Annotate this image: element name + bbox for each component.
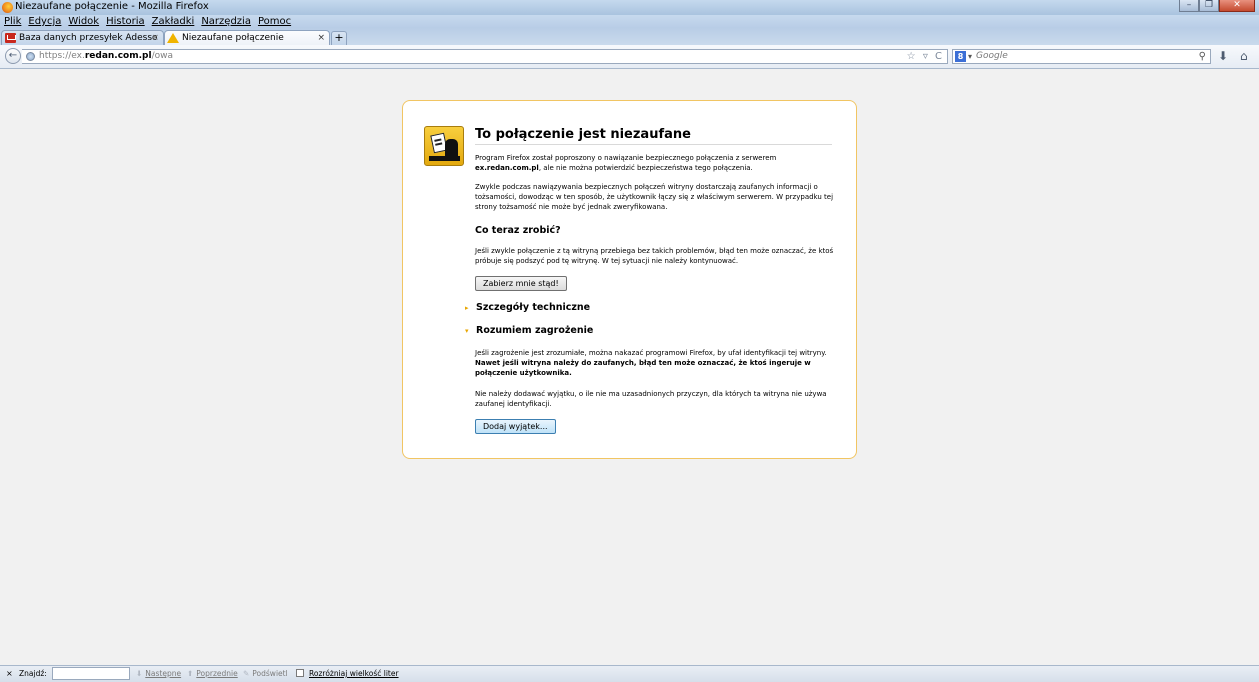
window-title: Niezaufane połączenie - Mozilla Firefox	[15, 1, 209, 12]
highlight-button[interactable]: ✎ Podświetl	[243, 666, 288, 681]
google-engine-icon[interactable]: 8	[955, 51, 966, 62]
tab-label: Baza danych przesyłek Adesso	[19, 33, 158, 43]
warning-icon	[167, 33, 179, 43]
close-window-button[interactable]: ✕	[1219, 0, 1255, 12]
what-to-do-text: Jeśli zwykle połączenie z tą witryną prz…	[475, 247, 834, 265]
menu-edit[interactable]: Edycja	[28, 15, 61, 28]
arrow-down-icon: ⬇	[136, 669, 143, 678]
navigation-toolbar: ← https://ex.redan.com.pl/owa ☆ ▿ C 8 ▾ …	[0, 45, 1259, 69]
new-tab-button[interactable]: +	[331, 31, 347, 45]
what-to-do-heading: Co teraz zrobić?	[475, 225, 561, 236]
find-bar: × Znajdź: ⬇ Następne ⬆ Poprzednie ✎ Podświe…	[0, 665, 1259, 682]
menubar: Plik Edycja Widok Historia Zakładki Narz…	[0, 15, 1259, 28]
menu-view[interactable]: Widok	[68, 15, 99, 28]
error-title: To połączenie jest niezaufane	[475, 126, 832, 145]
technical-details-toggle[interactable]: ▸ Szczegóły techniczne	[465, 302, 590, 314]
tab-close-icon[interactable]: ×	[151, 31, 159, 45]
search-icon[interactable]: ⚲	[1199, 50, 1206, 63]
arrow-up-icon: ⬆	[187, 669, 194, 678]
risk-explanation-text: Jeśli zagrożenie jest zrozumiałe, można …	[475, 349, 827, 377]
chevron-down-icon[interactable]: ▾	[968, 50, 972, 63]
close-findbar-icon[interactable]: ×	[6, 666, 13, 681]
menu-file[interactable]: Plik	[4, 15, 21, 28]
menu-bookmarks[interactable]: Zakładki	[152, 15, 195, 28]
match-case-label[interactable]: Rozróżniaj wielkość liter	[309, 666, 399, 681]
find-next-button[interactable]: ⬇ Następne	[136, 666, 181, 681]
cert-error-box: To połączenie jest niezaufane Program Fi…	[402, 100, 857, 459]
menu-help[interactable]: Pomoc	[258, 15, 291, 28]
home-icon[interactable]: ⌂	[1240, 49, 1248, 63]
understand-risks-toggle[interactable]: ▾ Rozumiem zagrożenie	[465, 325, 593, 337]
menu-history[interactable]: Historia	[106, 15, 145, 28]
collapse-triangle-icon: ▾	[465, 327, 469, 335]
match-case-checkbox[interactable]	[296, 669, 304, 677]
url-text[interactable]: https://ex.redan.com.pl/owa	[39, 50, 173, 63]
tab-untrusted-connection[interactable]: Niezaufane połączenie ×	[164, 30, 330, 45]
bookmark-star-icon[interactable]: ☆ ▿ C	[907, 50, 944, 63]
error-intro-text: Program Firefox został poproszony o nawi…	[475, 154, 777, 172]
tab-strip: Baza danych przesyłek Adesso × Niezaufan…	[0, 28, 1259, 45]
error-explanation-text: Zwykle podczas nawiązywania bezpiecznych…	[475, 183, 834, 211]
site-identity-globe-icon[interactable]	[26, 52, 35, 61]
find-input[interactable]	[52, 667, 130, 680]
window-titlebar: Niezaufane połączenie - Mozilla Firefox …	[0, 0, 1259, 15]
expand-triangle-icon: ▸	[465, 304, 469, 312]
get-me-out-button[interactable]: Zabierz mnie stąd!	[475, 276, 567, 291]
download-icon[interactable]: ⬇	[1218, 49, 1228, 63]
back-button[interactable]: ←	[5, 48, 21, 64]
menu-tools[interactable]: Narzędzia	[201, 15, 251, 28]
firefox-logo-icon	[2, 2, 13, 13]
tab-adesso[interactable]: Baza danych przesyłek Adesso ×	[1, 30, 164, 45]
find-previous-button[interactable]: ⬆ Poprzednie	[187, 666, 238, 681]
risk-warning-text: Nie należy dodawać wyjątku, o ile nie ma…	[475, 390, 827, 408]
highlight-icon: ✎	[243, 669, 250, 678]
search-input[interactable]: Google	[976, 50, 1008, 63]
maximize-button[interactable]: ❐	[1199, 0, 1219, 12]
add-exception-button[interactable]: Dodaj wyjątek...	[475, 419, 556, 434]
url-bar[interactable]: https://ex.redan.com.pl/owa ☆ ▿ C	[22, 49, 948, 64]
tab-close-icon[interactable]: ×	[317, 31, 325, 45]
security-officer-icon	[424, 126, 464, 166]
mail-icon	[5, 33, 16, 43]
window-controls: – ❐ ✕	[1179, 0, 1255, 12]
find-label: Znajdź:	[19, 669, 47, 678]
minimize-button[interactable]: –	[1179, 0, 1199, 12]
tab-label: Niezaufane połączenie	[182, 33, 284, 43]
search-bar[interactable]: 8 ▾ Google ⚲	[952, 49, 1211, 64]
